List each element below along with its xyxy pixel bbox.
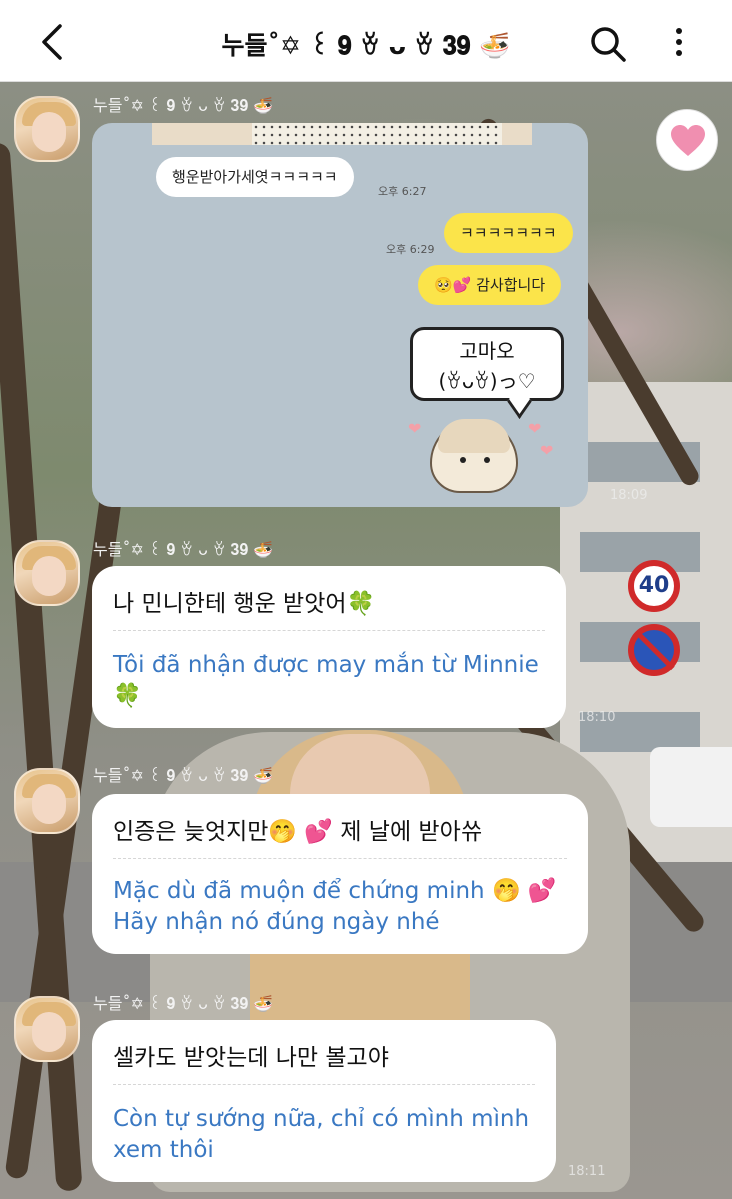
sender-name: 누들˚✡︎ ꒰ 𝟗 ꈊ ᴗ ꈊ 𝟑𝟗 🍜 (93, 994, 274, 1013)
message-card[interactable]: 나 민니한테 행운 받앗어🍀 Tôi đã nhận được may mắn … (92, 566, 566, 728)
sender-name: 누들˚✡︎ ꒰ 𝟗 ꈊ ᴗ ꈊ 𝟑𝟗 🍜 (93, 96, 274, 115)
message-card[interactable]: 셀카도 받앗는데 나만 볼고야 Còn tự sướng nữa, chỉ có… (92, 1020, 556, 1182)
heart-icon (671, 125, 705, 156)
speed-limit-sign: 40 (628, 560, 680, 612)
heart-icon: ❤ (528, 419, 542, 438)
message-card[interactable]: 인증은 늦엇지만🤭 💕 제 날에 받아쓔 Mặc dù đã muộn để c… (92, 794, 588, 954)
avatar[interactable] (14, 540, 80, 606)
message-original-text: 나 민니한테 행운 받앗어🍀 (113, 591, 376, 617)
bg-timestamp: 18:11 (568, 1164, 606, 1179)
more-options-icon[interactable] (664, 22, 694, 62)
sticker-speech-bubble: 고마오 (ꈊᴗꈊ)っ♡ (410, 327, 564, 401)
image-bubble-sent: 🥺💕 감사합니다 (418, 265, 562, 305)
avatar[interactable] (14, 96, 80, 162)
image-bubble-received: 행운받아가세엿ㅋㅋㅋㅋㅋ (156, 157, 354, 197)
image-message[interactable]: 행운받아가세엿ㅋㅋㅋㅋㅋ 오후 6:27 오후 6:29 ㅋㅋㅋㅋㅋㅋㅋ 🥺💕 … (92, 123, 588, 507)
avatar[interactable] (14, 996, 80, 1062)
sticker-text: 고마오 (ꈊᴗꈊ)っ♡ (438, 339, 536, 393)
no-parking-sign (628, 624, 680, 676)
bg-timestamp: 18:09 (610, 488, 648, 503)
search-icon[interactable] (588, 24, 628, 64)
message-translation-text: Tôi đã nhận được may mắn từ Minnie 🍀 (113, 652, 539, 709)
bg-timestamp: 18:10 (578, 710, 616, 725)
message-original-text: 인증은 늦엇지만🤭 💕 제 날에 받아쓔 (113, 819, 482, 845)
heart-icon: ❤ (540, 441, 554, 460)
sender-name: 누들˚✡︎ ꒰ 𝟗 ꈊ ᴗ ꈊ 𝟑𝟗 🍜 (93, 540, 274, 559)
sender-name: 누들˚✡︎ ꒰ 𝟗 ꈊ ᴗ ꈊ 𝟑𝟗 🍜 (93, 766, 274, 785)
heart-icon: ❤ (408, 419, 422, 438)
heart-reaction-button[interactable] (656, 109, 718, 171)
sticker-character (430, 419, 518, 493)
message-original-text: 셀카도 받앗는데 나만 볼고야 (113, 1045, 389, 1071)
divider (113, 630, 545, 631)
divider (113, 858, 567, 859)
message-translation-text: Còn tự sướng nữa, chỉ có mình mình xem t… (113, 1106, 530, 1163)
image-bubble-sent: ㅋㅋㅋㅋㅋㅋㅋ (444, 213, 573, 253)
background-car (650, 747, 732, 827)
message-translation-text: Mặc dù đã muộn để chứng minh 🤭 💕 Hãy nhậ… (113, 878, 557, 935)
avatar[interactable] (14, 768, 80, 834)
image-timestamp: 오후 6:27 (378, 185, 427, 198)
divider (113, 1084, 535, 1085)
chat-header: 누들˚✡︎ ꒰ 𝟗 ꈊ ᴗ ꈊ 𝟑𝟗 🍜 (0, 0, 732, 82)
image-timestamp: 오후 6:29 (386, 243, 435, 256)
